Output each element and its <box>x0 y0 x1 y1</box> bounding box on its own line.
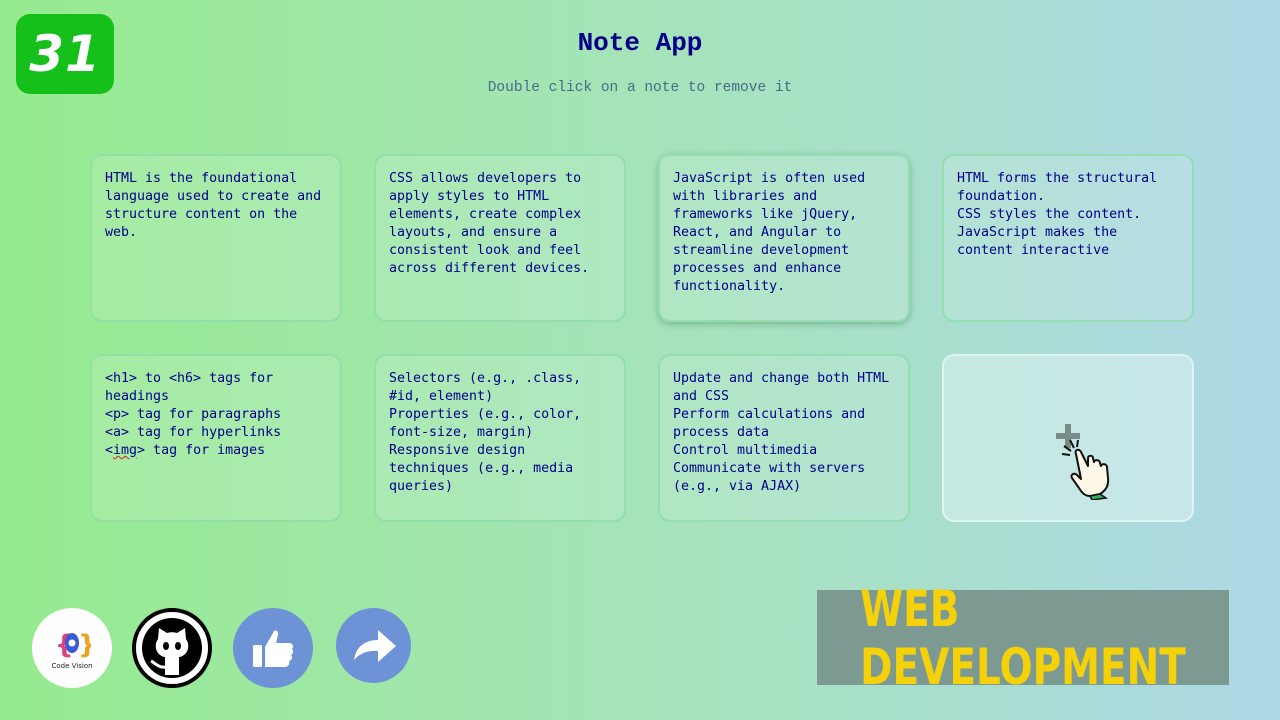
svg-text:}: } <box>78 630 91 660</box>
note-card[interactable]: HTML is the foundational language used t… <box>90 154 342 322</box>
hand-cursor-icon <box>1061 439 1110 500</box>
notes-grid: HTML is the foundational language used t… <box>90 154 1194 522</box>
code-vision-icon: { } <box>55 630 91 660</box>
note-card[interactable]: JavaScript is often used with libraries … <box>658 154 910 322</box>
note-card[interactable]: CSS allows developers to apply styles to… <box>374 154 626 322</box>
note-card[interactable]: <h1> to <h6> tags for headings <p> tag f… <box>90 354 342 522</box>
thumbs-up-icon <box>253 630 294 667</box>
share-arrow-icon <box>353 629 396 662</box>
page-subtitle: Double click on a note to remove it <box>487 80 793 96</box>
code-vision-logo[interactable]: { } Code Vision <box>32 608 112 688</box>
code-vision-label: Code Vision <box>51 662 93 670</box>
github-button[interactable] <box>132 608 212 688</box>
note-card[interactable]: Update and change both HTML and CSS Perf… <box>658 354 910 522</box>
github-icon <box>142 618 202 678</box>
spellcheck-word: img <box>113 443 138 458</box>
banner-text: WEB DEVELOPMENT <box>860 579 1186 696</box>
note-card[interactable]: Selectors (e.g., .class, #id, element) P… <box>374 354 626 522</box>
share-button[interactable] <box>336 608 411 683</box>
page-title: Note App <box>577 28 703 58</box>
add-note-button[interactable] <box>942 354 1194 522</box>
like-button[interactable] <box>233 608 313 688</box>
note-card[interactable]: HTML forms the structural foundation. CS… <box>942 154 1194 322</box>
web-development-banner: WEB DEVELOPMENT <box>817 579 1229 696</box>
note-text: > tag for images <box>137 443 266 458</box>
